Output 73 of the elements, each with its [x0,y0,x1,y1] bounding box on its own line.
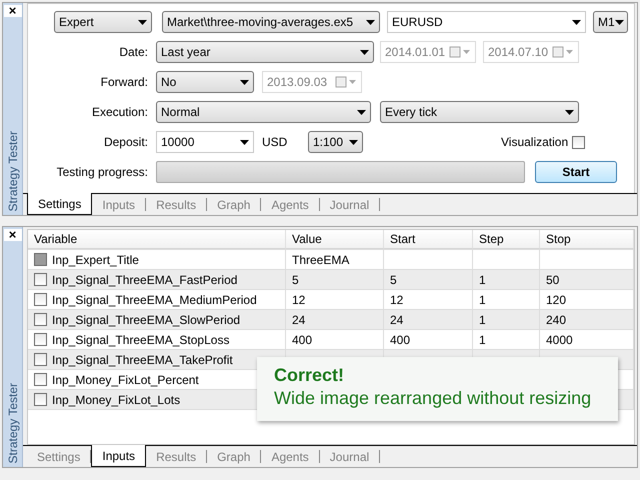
dropdown[interactable]: Every tick [380,101,579,123]
dropdown[interactable]: Last year [156,41,374,63]
dropdown[interactable]: Normal [156,101,371,123]
checkbox[interactable] [34,333,47,346]
table-cell: 4000 [540,330,634,349]
close-icon[interactable]: × [4,5,22,17]
dropdown[interactable]: M1 [593,11,628,33]
caret-icon [240,80,249,84]
side-title: Strategy Tester [6,130,20,211]
table-cell: 400 [384,330,473,349]
start-button[interactable]: Start [535,161,617,183]
table-cell: 1 [473,290,540,309]
table-cell: ThreeEMA [286,250,384,269]
table-cell: 12 [286,290,384,309]
calendar-icon [449,46,471,58]
caret-icon [240,140,249,144]
checkbox[interactable] [34,373,47,386]
table-cell: Inp_Signal_ThreeEMA_MediumPeriod [28,290,286,309]
caret-icon [366,20,375,24]
field-label: Date: [118,45,149,59]
checkbox[interactable] [34,393,47,406]
dropdown[interactable]: 1:100 [308,131,363,153]
dropdown[interactable]: Market\three-moving-averages.ex5 [162,11,380,33]
table-cell: 5 [286,270,384,289]
table-cell: 1 [473,310,540,329]
table-cell: 240 [540,310,634,329]
table-cell: 24 [384,310,473,329]
table-cell: 5 [384,270,473,289]
checkbox[interactable] [34,273,47,286]
column-header[interactable]: Value [286,230,384,249]
table-cell: 50 [540,270,634,289]
table-cell: 12 [384,290,473,309]
calendar-icon [335,76,357,88]
notice-message: Wide image rearranged without resizing [274,388,592,409]
table-cell: Inp_Signal_ThreeEMA_StopLoss [28,330,286,349]
table-cell: 120 [540,290,634,309]
dropdown[interactable]: No [156,71,254,93]
caret-icon [349,140,358,144]
checkbox[interactable] [34,293,47,306]
caret-icon [614,20,624,24]
caret-icon [565,110,574,114]
column-header[interactable]: Start [384,230,473,249]
symbol-combo[interactable]: EURUSD [387,11,586,33]
caret-icon [357,110,366,114]
column-header[interactable]: Stop [540,230,634,249]
deposit-combo[interactable]: 10000 [156,131,254,153]
column-header[interactable]: Step [473,230,540,249]
visualization-label: Visualization [501,135,568,149]
field-label: Deposit: [102,135,149,149]
table-cell: 24 [286,310,384,329]
table-cell: 1 [473,330,540,349]
calendar-icon [552,46,574,58]
checkbox[interactable] [34,353,47,366]
table-cell: 400 [286,330,384,349]
tab[interactable]: Settings [27,193,92,215]
table-cell: Inp_Expert_Title [28,250,286,269]
field-label: Testing progress: [56,165,149,179]
column-header[interactable]: Variable [28,230,286,249]
dropdown[interactable]: Expert [54,11,152,33]
table-cell: Inp_Signal_ThreeEMA_SlowPeriod [28,310,286,329]
table-cell: Inp_Signal_ThreeEMA_FastPeriod [28,270,286,289]
field-label: Execution: [90,105,149,119]
close-icon[interactable]: × [4,229,22,241]
table-cell: 1 [473,270,540,289]
tab[interactable]: Inputs [91,445,146,467]
currency-label: USD [262,135,288,149]
caret-icon [572,20,581,24]
caret-icon [360,50,369,54]
checkbox[interactable] [572,136,586,148]
field-label: Forward: [100,75,149,89]
caret-icon [138,20,147,24]
checkbox[interactable] [34,313,47,326]
side-title: Strategy Tester [6,382,20,463]
